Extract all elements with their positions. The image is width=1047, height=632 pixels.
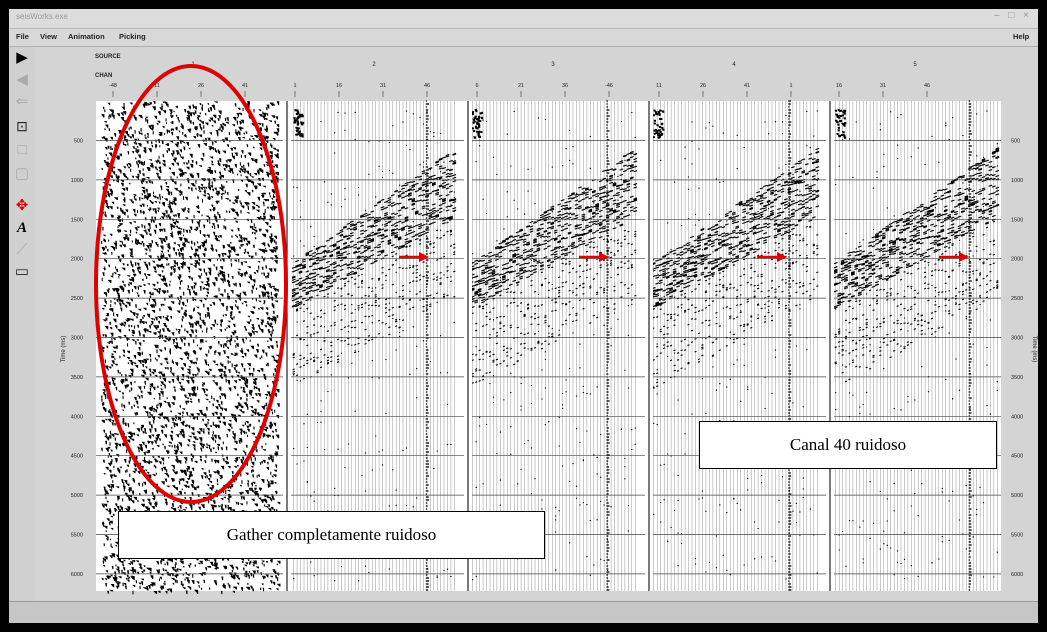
time-tick-left: 6000 (71, 572, 83, 578)
source-header-label: SOURCE (95, 54, 121, 60)
chan-tick-label: 1 (789, 83, 792, 89)
time-tick-right: 3500 (1011, 375, 1023, 381)
time-tick-left: 1500 (71, 217, 83, 223)
time-tick-right: 4000 (1011, 414, 1023, 420)
chan-tick-label: 6 (475, 83, 478, 89)
left-axis-area (41, 101, 96, 591)
time-tick-right: 2000 (1011, 257, 1023, 263)
chan-tick-label: -46 (605, 83, 613, 89)
screenshot-frame: seisWorks.exe – □ × File View Animation … (0, 0, 1047, 632)
time-tick-right: 3000 (1011, 336, 1023, 342)
time-tick-left: 500 (74, 139, 83, 145)
chan-tick-label: 41 (744, 83, 750, 89)
chan-tick-label: 41 (242, 83, 248, 89)
time-tick-left: 3500 (71, 375, 83, 381)
time-tick-right: 1000 (1011, 178, 1023, 184)
time-tick-left: 4000 (71, 414, 83, 420)
chan-tick-label: 21 (518, 83, 524, 89)
chan-tick-label: 31 (880, 83, 886, 89)
time-tick-left: 5000 (71, 493, 83, 499)
chan-tick-label: 31 (380, 83, 386, 89)
chan-tick-label: 36 (562, 83, 568, 89)
header-area (89, 49, 1038, 109)
status-bar (9, 601, 1038, 623)
time-tick-left: 2000 (71, 257, 83, 263)
right-axis-label: Time (ms) (1031, 336, 1037, 363)
time-tick-left: 4500 (71, 454, 83, 460)
gather-noisy-annotation: Gather completamente ruidoso (118, 511, 545, 559)
time-tick-right: 6000 (1011, 572, 1023, 578)
time-tick-left: 1000 (71, 178, 83, 184)
chan-tick-label: 11 (656, 83, 662, 89)
chan-tick-label: 46 (424, 83, 430, 89)
chan-header-label: CHAN (95, 73, 112, 79)
chan-tick-label: 16 (836, 83, 842, 89)
time-tick-left: 5500 (71, 533, 83, 539)
chan-tick-label: 26 (700, 83, 706, 89)
time-tick-right: 2500 (1011, 296, 1023, 302)
time-tick-right: 1500 (1011, 217, 1023, 223)
chan-tick-label: 26 (198, 83, 204, 89)
time-tick-left: 3000 (71, 336, 83, 342)
channel-noisy-annotation: Canal 40 ruidoso (699, 421, 997, 469)
time-tick-right: 5500 (1011, 533, 1023, 539)
chan-tick-label: 1 (293, 83, 296, 89)
time-tick-right: 5000 (1011, 493, 1023, 499)
app-window: seisWorks.exe – □ × File View Animation … (9, 9, 1038, 623)
time-tick-right: 4500 (1011, 454, 1023, 460)
chan-tick-label: 16 (336, 83, 342, 89)
time-tick-right: 500 (1011, 139, 1020, 145)
left-axis-label: Time (ms) (61, 336, 67, 363)
chan-tick-label: 46 (924, 83, 930, 89)
chan-tick-label: -48 (109, 83, 117, 89)
time-tick-left: 2500 (71, 296, 83, 302)
